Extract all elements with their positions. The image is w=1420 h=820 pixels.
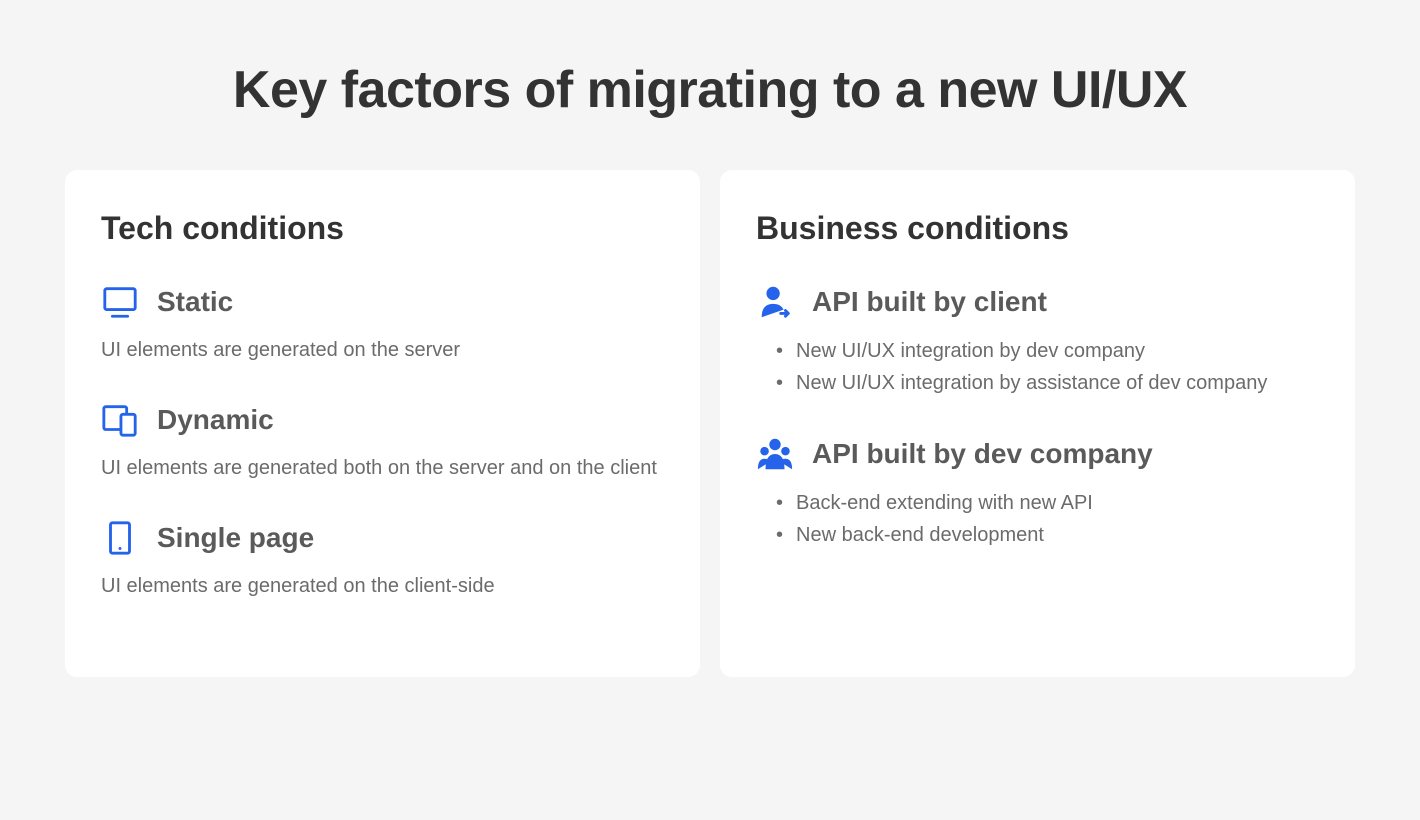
item-dynamic: Dynamic UI elements are generated both o…: [101, 401, 664, 483]
item-title-single-page: Single page: [157, 522, 314, 554]
card-tech-conditions: Tech conditions Static UI elements are g…: [65, 170, 700, 677]
item-desc-dynamic: UI elements are generated both on the se…: [101, 453, 664, 483]
monitor-icon: [101, 283, 139, 321]
list-item: New back-end development: [776, 519, 1319, 551]
item-api-client: API built by client New UI/UX integratio…: [756, 283, 1319, 399]
tablet-icon: [101, 519, 139, 557]
item-api-dev-company: API built by dev company Back-end extend…: [756, 435, 1319, 551]
group-icon: [756, 435, 794, 473]
item-title-api-client: API built by client: [812, 286, 1047, 318]
item-static: Static UI elements are generated on the …: [101, 283, 664, 365]
columns-container: Tech conditions Static UI elements are g…: [65, 170, 1355, 677]
bullets-api-client: New UI/UX integration by dev company New…: [756, 335, 1319, 399]
item-title-dynamic: Dynamic: [157, 404, 274, 436]
card-business-conditions: Business conditions API built by client …: [720, 170, 1355, 677]
list-item: New UI/UX integration by assistance of d…: [776, 367, 1319, 399]
card-title-business: Business conditions: [756, 210, 1319, 247]
devices-icon: [101, 401, 139, 439]
list-item: Back-end extending with new API: [776, 487, 1319, 519]
card-title-tech: Tech conditions: [101, 210, 664, 247]
list-item: New UI/UX integration by dev company: [776, 335, 1319, 367]
page-title: Key factors of migrating to a new UI/UX: [65, 60, 1355, 120]
item-single-page: Single page UI elements are generated on…: [101, 519, 664, 601]
person-arrow-icon: [756, 283, 794, 321]
item-desc-static: UI elements are generated on the server: [101, 335, 664, 365]
item-title-api-dev-company: API built by dev company: [812, 438, 1153, 470]
bullets-api-dev-company: Back-end extending with new API New back…: [756, 487, 1319, 551]
item-title-static: Static: [157, 286, 233, 318]
item-desc-single-page: UI elements are generated on the client-…: [101, 571, 664, 601]
